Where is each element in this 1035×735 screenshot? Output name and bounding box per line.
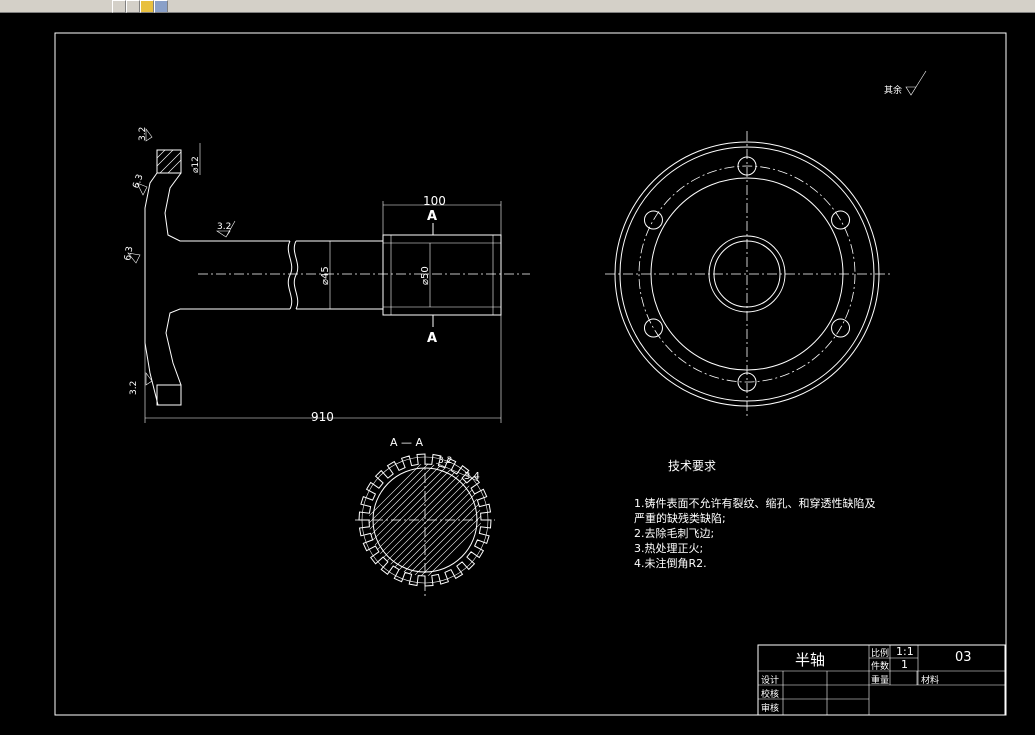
hatch-top	[156, 149, 182, 174]
drawing-canvas[interactable]: 100 A A 910 ⌀45 ⌀50 ⌀12 3.2 3.2 3.2 6.3 …	[0, 13, 1035, 735]
cad-drawing: 100 A A 910 ⌀45 ⌀50 ⌀12 3.2 3.2 3.2 6.3 …	[54, 32, 1007, 716]
rough-3-4: 3.4	[464, 471, 480, 482]
break-line-a	[287, 240, 293, 310]
rough-3-2-b: 3.2	[138, 127, 148, 141]
tech-item-5: 4.未注倒角R2.	[634, 557, 707, 570]
bolt-hole	[643, 318, 663, 338]
dim-spline-dia: ⌀50	[420, 266, 431, 285]
scale-value: 1:1	[896, 645, 914, 658]
tech-title: 技术要求	[668, 459, 717, 473]
part-name: 半轴	[795, 651, 826, 669]
spline-body	[382, 234, 502, 316]
reviewer-label: 审核	[761, 704, 780, 714]
dim-shaft-dia: ⌀45	[320, 266, 331, 285]
spline-section	[355, 453, 495, 598]
material-label: 材料	[921, 676, 940, 686]
drawing-number: 03	[955, 650, 972, 665]
section-title: A — A	[390, 436, 424, 449]
rough-3-2-d: 3.2	[438, 456, 452, 466]
checker-label: 校核	[761, 690, 780, 700]
designer-label: 设计	[761, 676, 780, 686]
rough-6-3-a: 6.3	[131, 173, 145, 190]
dim-spline-length: 100	[423, 194, 446, 208]
tech-item-3: 2.去除毛刺飞边;	[634, 527, 715, 540]
toolbar-button-a[interactable]	[112, 0, 126, 13]
toolbar-button-b[interactable]	[126, 0, 140, 13]
flange-hole-bottom	[156, 384, 182, 406]
break-line-b	[293, 240, 299, 310]
tech-item-2: 严重的缺残类缺陷;	[634, 512, 726, 525]
section-mark-bottom: A	[427, 331, 437, 346]
tech-item-4: 3.热处理正火;	[634, 542, 704, 555]
dim-hole-dia: ⌀12	[191, 156, 201, 173]
rough-6-3-b: 6.3	[123, 246, 135, 262]
tech-item-1: 1.铸件表面不允许有裂纹、缩孔、和穿透性缺陷及	[634, 497, 876, 510]
weight-label: 重量	[871, 676, 890, 686]
rough-3-2-c: 3.2	[129, 381, 139, 395]
toolbar-strip	[0, 0, 1035, 13]
qty-label: 件数	[871, 662, 890, 672]
section-mark-top: A	[427, 209, 437, 224]
rough-rest-symbol	[905, 70, 927, 96]
scale-label: 比例	[871, 649, 890, 659]
bolt-hole	[643, 210, 663, 230]
rough-rest-label: 其余	[884, 84, 902, 96]
drawing-border	[54, 32, 1007, 716]
qty-value: 1	[901, 658, 908, 671]
flange-hole-top	[156, 149, 182, 174]
rough-3-2-a: 3.2	[217, 222, 231, 232]
side-view	[605, 131, 893, 418]
toolbar-button-d[interactable]	[154, 0, 168, 13]
dim-overall-length: 910	[311, 410, 334, 424]
flange-lower-profile	[144, 150, 290, 406]
toolbar-button-c[interactable]	[140, 0, 154, 13]
